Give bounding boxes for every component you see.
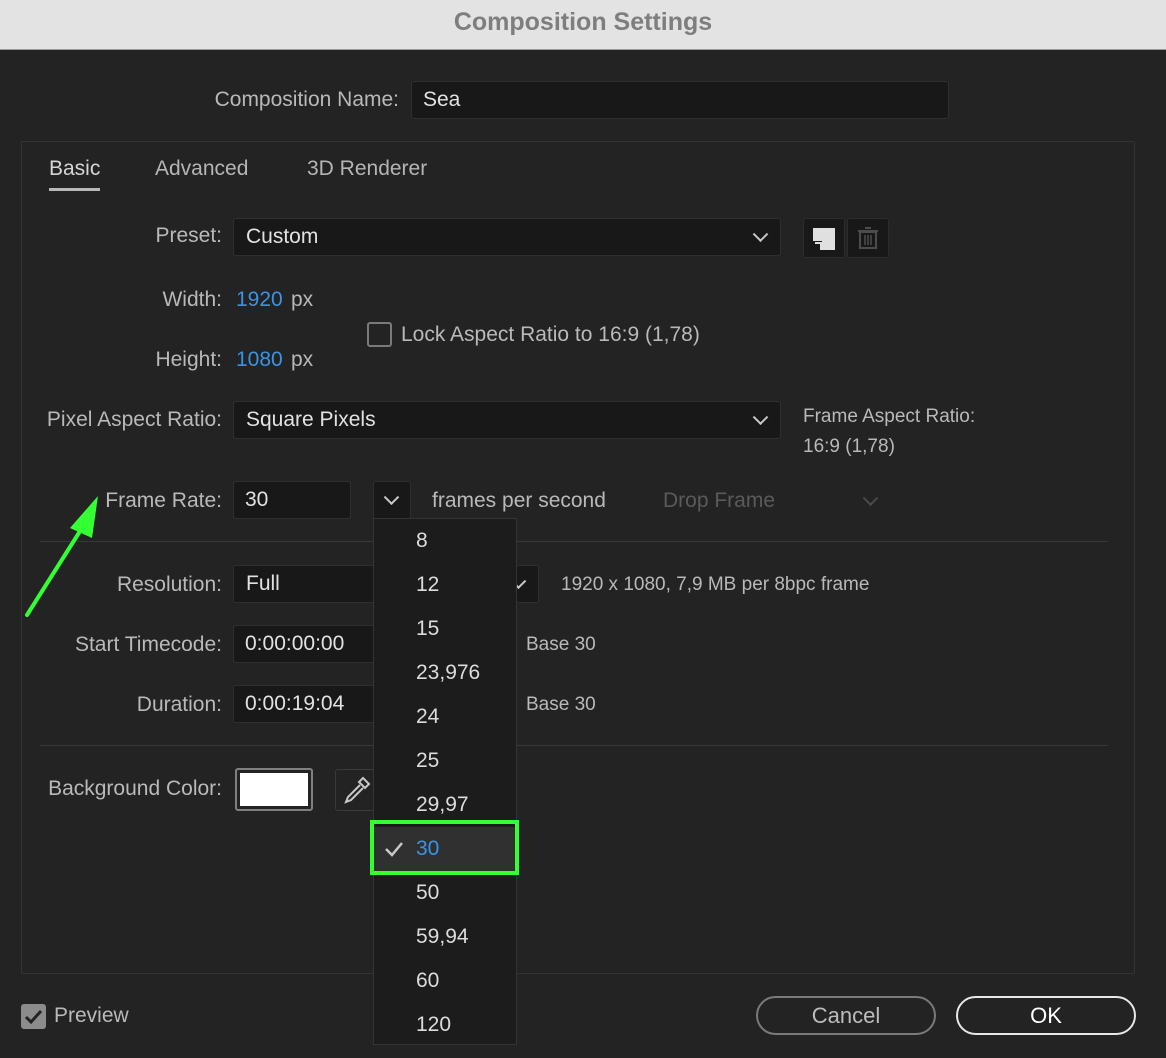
trash-icon: [858, 227, 878, 249]
annotation-arrow: [25, 496, 98, 617]
pixel-aspect-dropdown[interactable]: Square Pixels: [233, 401, 781, 439]
width-value[interactable]: 1920: [236, 288, 283, 312]
chevron-down-icon: [752, 226, 769, 243]
width-unit: px: [291, 288, 314, 311]
save-preset-icon: [813, 228, 835, 250]
checkmark-icon: [24, 1009, 43, 1025]
frame-rate-option[interactable]: 24: [374, 695, 516, 739]
height-unit: px: [291, 348, 314, 371]
pixel-aspect-label: Pixel Aspect Ratio:: [46, 408, 222, 431]
frame-aspect-value: 16:9 (1,78): [803, 436, 895, 457]
frame-rate-option[interactable]: 60: [374, 959, 516, 1003]
delete-preset-button[interactable]: [847, 218, 889, 258]
pixel-aspect-value: Square Pixels: [246, 408, 376, 431]
annotation-highlight-box: [370, 820, 519, 875]
chevron-down-icon: [862, 490, 879, 507]
tab-active-indicator: [49, 188, 100, 191]
eyedropper-icon: [344, 776, 371, 804]
duration-label: Duration:: [136, 693, 222, 716]
tab-basic[interactable]: Basic: [49, 157, 100, 181]
frame-rate-dropdown-button[interactable]: [373, 481, 411, 519]
width-label: Width:: [162, 288, 222, 311]
frame-rate-value: 30: [245, 488, 269, 511]
background-color-label: Background Color:: [48, 777, 222, 800]
divider: [40, 745, 1108, 746]
height-label: Height:: [155, 348, 222, 371]
preset-value: Custom: [246, 225, 319, 248]
start-timecode-value: 0:00:00:00: [245, 632, 345, 655]
frame-rate-option[interactable]: 25: [374, 739, 516, 783]
frame-rate-option[interactable]: 8: [374, 519, 516, 563]
chevron-down-icon: [383, 489, 400, 506]
background-color-fill: [240, 773, 308, 806]
frame-rate-option[interactable]: 120: [374, 1003, 516, 1047]
start-timecode-input[interactable]: 0:00:00:00: [233, 625, 393, 663]
divider: [40, 541, 1108, 542]
title-bar: Composition Settings: [0, 0, 1166, 50]
cancel-button[interactable]: Cancel: [756, 996, 936, 1035]
resolution-value: Full: [246, 572, 280, 595]
frame-rate-option[interactable]: 12: [374, 563, 516, 607]
duration-base: Base 30: [526, 694, 596, 715]
frame-rate-menu: 8 12 15 23,976 24 25 29,97 30 50 59,94 6…: [373, 518, 517, 1045]
preview-checkbox[interactable]: [21, 1004, 46, 1029]
lock-aspect-checkbox[interactable]: [367, 322, 392, 347]
frame-rate-option[interactable]: 23,976: [374, 651, 516, 695]
chevron-down-icon: [752, 409, 769, 426]
preview-label: Preview: [54, 1004, 129, 1027]
resolution-label: Resolution:: [116, 573, 222, 596]
lock-aspect-label: Lock Aspect Ratio to 16:9 (1,78): [401, 323, 700, 346]
start-timecode-base: Base 30: [526, 634, 596, 655]
frame-rate-unit-label: frames per second: [432, 489, 606, 512]
drop-frame-dropdown: Drop Frame: [663, 489, 888, 513]
preset-dropdown[interactable]: Custom: [233, 218, 781, 256]
composition-name-value: Sea: [423, 88, 461, 111]
composition-name-label: Composition Name:: [214, 88, 399, 111]
duration-value: 0:00:19:04: [245, 692, 345, 715]
resolution-info: 1920 x 1080, 7,9 MB per 8bpc frame: [561, 574, 870, 595]
height-value[interactable]: 1080: [236, 348, 283, 372]
frame-aspect-label: Frame Aspect Ratio:: [803, 406, 976, 427]
frame-rate-label: Frame Rate:: [105, 489, 222, 512]
ok-button[interactable]: OK: [956, 996, 1136, 1035]
drop-frame-value: Drop Frame: [663, 489, 776, 512]
save-preset-button[interactable]: [803, 218, 845, 258]
composition-name-input[interactable]: Sea: [411, 81, 949, 119]
duration-input[interactable]: 0:00:19:04: [233, 685, 393, 723]
frame-rate-option[interactable]: 50: [374, 871, 516, 915]
start-timecode-label: Start Timecode:: [74, 633, 222, 656]
frame-rate-input[interactable]: 30: [233, 481, 351, 519]
background-color-swatch[interactable]: [235, 768, 313, 811]
tab-3d-renderer[interactable]: 3D Renderer: [307, 157, 427, 181]
preset-label: Preset:: [155, 224, 222, 247]
settings-panel: [21, 141, 1135, 974]
window-title: Composition Settings: [453, 8, 713, 36]
frame-rate-option[interactable]: 59,94: [374, 915, 516, 959]
frame-rate-option[interactable]: 15: [374, 607, 516, 651]
tab-advanced[interactable]: Advanced: [155, 157, 248, 181]
